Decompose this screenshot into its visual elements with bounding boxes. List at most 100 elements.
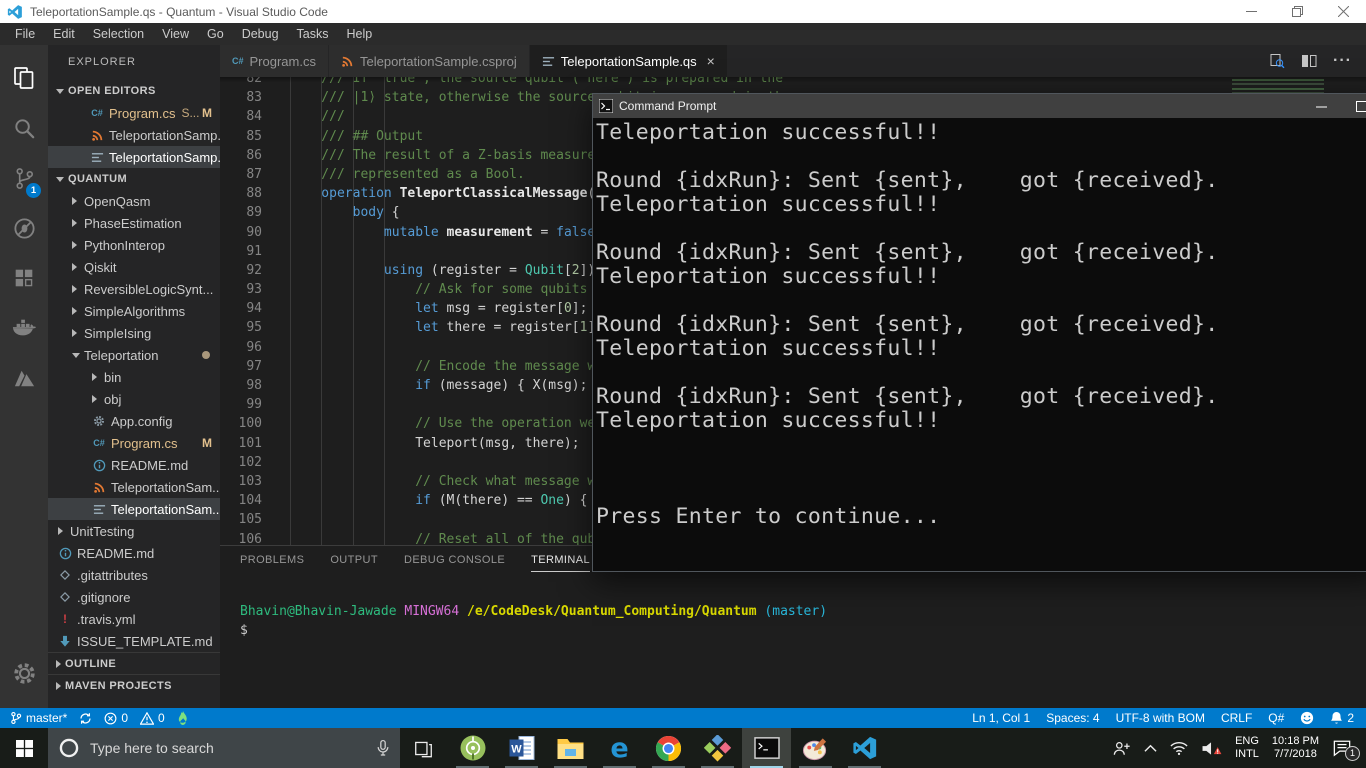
tab-programcs[interactable]: C#Program.cs xyxy=(220,45,328,77)
status-warning[interactable]: 0 xyxy=(140,711,165,725)
tree-folder-reversiblelogicsynt[interactable]: ReversibleLogicSynt... xyxy=(48,278,220,300)
menu-selection[interactable]: Selection xyxy=(84,23,153,45)
tree-file-gitignore[interactable]: .gitignore xyxy=(48,586,220,608)
status-ln-1--col-1[interactable]: Ln 1, Col 1 xyxy=(972,711,1030,725)
open-editor-item[interactable]: TeleportationSamp.. xyxy=(48,146,220,168)
activitybar-docker-icon[interactable] xyxy=(0,303,48,353)
cmd-titlebar[interactable]: Command Prompt xyxy=(593,94,1366,118)
tree-folder-unittesting[interactable]: UnitTesting xyxy=(48,520,220,542)
taskbar-app-paint[interactable] xyxy=(791,728,840,768)
section-header-maven-projects[interactable]: MAVEN PROJECTS xyxy=(48,674,220,696)
tab-teleportationsampleqs[interactable]: TeleportationSample.qs× xyxy=(530,45,727,77)
open-editor-item[interactable]: C#Program.csS...M xyxy=(48,102,220,124)
tree-file-readmemd[interactable]: README.md xyxy=(48,454,220,476)
status-flame[interactable] xyxy=(177,711,189,725)
tree-folder-pythoninterop[interactable]: PythonInterop xyxy=(48,234,220,256)
action-center-icon[interactable]: 1 xyxy=(1332,739,1352,757)
tree-file-appconfig[interactable]: App.config xyxy=(48,410,220,432)
tree-folder-openqasm[interactable]: OpenQasm xyxy=(48,190,220,212)
taskbar-app-word[interactable]: W xyxy=(497,728,546,768)
taskbar-app-edge[interactable]: e xyxy=(595,728,644,768)
tree-folder-teleportation[interactable]: Teleportation xyxy=(48,344,220,366)
tree-folder-bin[interactable]: bin xyxy=(48,366,220,388)
activitybar-search-icon[interactable] xyxy=(0,103,48,153)
menu-debug[interactable]: Debug xyxy=(233,23,288,45)
tree-folder-qiskit[interactable]: Qiskit xyxy=(48,256,220,278)
terminal-output[interactable]: Bhavin@Bhavin-Jawade MINGW64 /e/CodeDesk… xyxy=(240,602,1366,640)
language-indicator[interactable]: ENGINTL xyxy=(1235,735,1259,761)
tree-file-issuetemplatemd[interactable]: ISSUE_TEMPLATE.md xyxy=(48,630,220,652)
tree-folder-phaseestimation[interactable]: PhaseEstimation xyxy=(48,212,220,234)
tree-file-readmemd[interactable]: README.md xyxy=(48,542,220,564)
split-editor-icon[interactable] xyxy=(1301,53,1317,69)
tree-file-gitattributes[interactable]: .gitattributes xyxy=(48,564,220,586)
status-spaces--4[interactable]: Spaces: 4 xyxy=(1046,711,1099,725)
open-preview-icon[interactable] xyxy=(1269,53,1285,69)
open-editors-header[interactable]: OPEN EDITORS xyxy=(48,80,220,102)
taskbar-app-file-explorer[interactable] xyxy=(546,728,595,768)
command-prompt-window[interactable]: Command Prompt Teleportation successful!… xyxy=(592,93,1366,572)
panel-tab-output[interactable]: OUTPUT xyxy=(330,554,378,572)
activity-bar: 1 xyxy=(0,45,48,708)
wifi-icon[interactable] xyxy=(1170,741,1188,756)
activitybar-explorer-icon[interactable] xyxy=(0,53,48,103)
tree-file-travisyml[interactable]: !.travis.yml xyxy=(48,608,220,630)
close-tab-icon[interactable]: × xyxy=(707,53,715,69)
tab-teleportationsamplecsproj[interactable]: TeleportationSample.csproj xyxy=(329,45,529,77)
panel-tab-problems[interactable]: PROBLEMS xyxy=(240,554,304,572)
activitybar-source-control-icon[interactable]: 1 xyxy=(0,153,48,203)
activitybar-debug-icon[interactable] xyxy=(0,203,48,253)
menu-edit[interactable]: Edit xyxy=(44,23,84,45)
arrowdown-file-icon xyxy=(58,635,72,647)
status-bell[interactable]: 2 xyxy=(1330,711,1354,725)
menu-help[interactable]: Help xyxy=(338,23,382,45)
tree-folder-simplealgorithms[interactable]: SimpleAlgorithms xyxy=(48,300,220,322)
cmd-maximize-button[interactable] xyxy=(1341,94,1366,118)
status-error[interactable]: 0 xyxy=(104,711,128,725)
menu-bar: FileEditSelectionViewGoDebugTasksHelp xyxy=(0,23,1366,45)
tree-file-teleportationsam[interactable]: TeleportationSam... xyxy=(48,476,220,498)
section-header-outline[interactable]: OUTLINE xyxy=(48,652,220,674)
taskbar-app-cmd[interactable] xyxy=(742,728,791,768)
taskbar-search[interactable]: Type here to search xyxy=(48,728,400,768)
status-crlf[interactable]: CRLF xyxy=(1221,711,1252,725)
cmd-output[interactable]: Teleportation successful!! Round {idxRun… xyxy=(593,118,1366,529)
cmd-minimize-button[interactable] xyxy=(1301,94,1341,118)
open-editor-item[interactable]: TeleportationSamp.. xyxy=(48,124,220,146)
taskbar-app-android-studio[interactable] xyxy=(448,728,497,768)
project-section-header[interactable]: QUANTUM xyxy=(48,168,220,190)
microphone-icon[interactable] xyxy=(376,739,390,757)
status-branch[interactable]: master* xyxy=(10,711,67,725)
menu-view[interactable]: View xyxy=(153,23,198,45)
tray-expand-icon[interactable] xyxy=(1144,744,1157,753)
taskbar-app-chrome[interactable] xyxy=(644,728,693,768)
menu-tasks[interactable]: Tasks xyxy=(288,23,338,45)
task-view-button[interactable] xyxy=(400,728,446,768)
start-button[interactable] xyxy=(0,728,48,768)
tree-folder-obj[interactable]: obj xyxy=(48,388,220,410)
activitybar-azure-icon[interactable] xyxy=(0,353,48,403)
minimize-button[interactable] xyxy=(1228,0,1274,23)
status-utf-8-with-bom[interactable]: UTF-8 with BOM xyxy=(1116,711,1205,725)
tree-folder-simpleising[interactable]: SimpleIsing xyxy=(48,322,220,344)
tree-file-teleportationsam[interactable]: TeleportationSam... xyxy=(48,498,220,520)
qsharp-file-icon xyxy=(90,151,104,164)
panel-tab-debug-console[interactable]: DEBUG CONSOLE xyxy=(404,554,505,572)
status-smiley[interactable] xyxy=(1300,711,1314,725)
close-button[interactable] xyxy=(1320,0,1366,23)
activitybar-settings-icon[interactable] xyxy=(0,648,48,698)
menu-go[interactable]: Go xyxy=(198,23,233,45)
status-q#[interactable]: Q# xyxy=(1268,711,1284,725)
menu-file[interactable]: File xyxy=(6,23,44,45)
restore-button[interactable] xyxy=(1274,0,1320,23)
clock[interactable]: 10:18 PM7/7/2018 xyxy=(1272,735,1319,761)
people-icon[interactable] xyxy=(1113,740,1131,757)
taskbar-app-vscode[interactable] xyxy=(840,728,889,768)
more-actions-icon[interactable]: ··· xyxy=(1333,52,1352,70)
tree-file-programcs[interactable]: C#Program.csM xyxy=(48,432,220,454)
status-sync[interactable] xyxy=(79,712,92,725)
activitybar-extensions-icon[interactable] xyxy=(0,253,48,303)
panel-tab-terminal[interactable]: TERMINAL xyxy=(531,554,590,572)
volume-warning-icon[interactable] xyxy=(1201,740,1222,757)
taskbar-app-qdk[interactable] xyxy=(693,728,742,768)
